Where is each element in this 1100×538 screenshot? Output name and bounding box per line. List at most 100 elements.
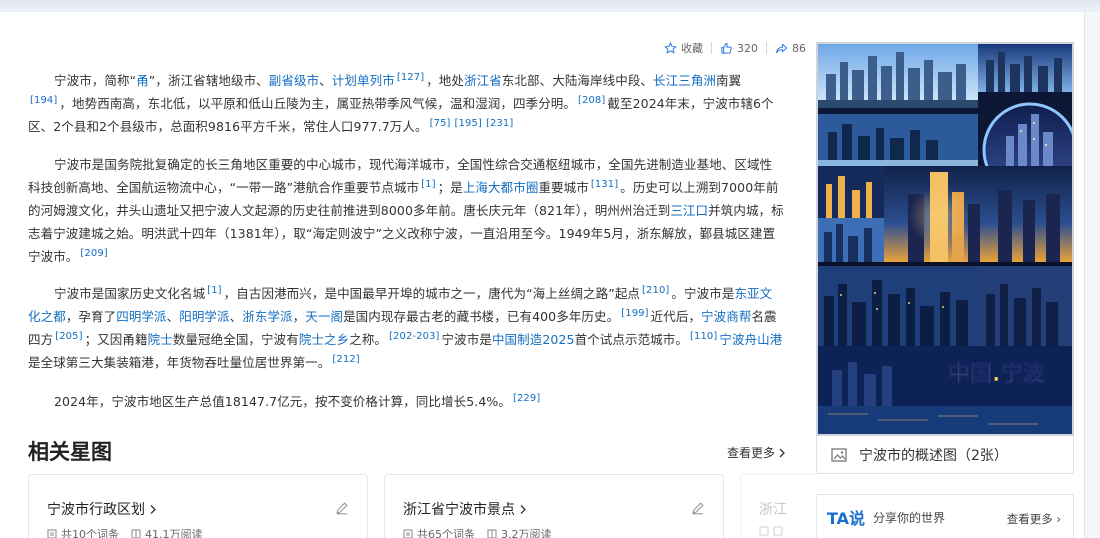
citation[interactable]: [1] [421, 179, 435, 190]
text: 2024年，宁波市地区生产总值18147.7亿元，按不变价格计算，同比增长5.4… [54, 394, 511, 409]
text: 南翼 [716, 73, 742, 88]
card-entry-count: 共65个词条 [417, 528, 475, 538]
related-more-link[interactable]: 查看更多 [727, 444, 786, 461]
text: 近代后， [650, 309, 702, 324]
pen-icon[interactable] [335, 501, 349, 515]
text: 重要城市 [538, 180, 589, 195]
scrollbar-track[interactable] [1084, 12, 1100, 538]
related-card-2[interactable]: 浙江省宁波市景点 共65个词条 3.2万阅读 [384, 474, 724, 538]
card-title-text: 宁波市行政区划 [47, 502, 145, 518]
card-meta [759, 526, 783, 536]
citation[interactable]: [202-203] [389, 331, 440, 342]
link-separately-planned-city[interactable]: 计划单列市 [332, 73, 395, 88]
citation[interactable]: [131] [591, 179, 618, 190]
link-yong[interactable]: 甬 [136, 73, 149, 88]
citation[interactable]: [210] [642, 285, 669, 296]
main-content: 收藏 320 86 宁波市，简称“甬”，浙江省辖地级市、副省级市、计划单列市 [1… [28, 12, 816, 538]
like-count: 320 [737, 41, 758, 55]
divider [711, 42, 712, 54]
thumbs-up-icon [721, 42, 732, 54]
collect-button[interactable]: 收藏 [664, 40, 703, 56]
card-meta: 共10个词条 41.1万阅读 [47, 526, 203, 538]
text: 宁波市，简称“ [54, 73, 137, 88]
card-title[interactable]: 宁波市行政区划 [47, 499, 157, 519]
ta-shuo-panel: TA说 分享你的世界 查看更多 › [816, 494, 1074, 538]
related-card-1[interactable]: 宁波市行政区划 共10个词条 41.1万阅读 [28, 474, 368, 538]
text: 、 [166, 309, 180, 324]
text: 数量冠绝全国，宁波有 [172, 332, 299, 347]
ta-more-label: 查看更多 [1006, 512, 1053, 526]
ta-shuo-more-link[interactable]: 查看更多 › [1007, 511, 1061, 527]
hero-overlay-text: 中国.宁波 [948, 361, 1045, 387]
related-card-3[interactable]: 浙江 [740, 474, 816, 538]
intro-paragraph-1: 宁波市，简称“甬”，浙江省辖地级市、副省级市、计划单列市 [127] ，地处浙江省东… [28, 69, 784, 138]
citation[interactable]: [231] [486, 118, 513, 129]
citation[interactable]: [1] [207, 285, 221, 296]
share-icon [775, 43, 788, 53]
text: 是国内现存最古老的藏书楼，已有400多年历史。 [343, 309, 620, 324]
ta-shuo-logo: TA说 [827, 509, 866, 528]
sidebar: 中国.宁波 宁波市的概述图（2张） TA说 分享你的世界 查看更多 › [816, 42, 1076, 538]
citation[interactable]: [199] [621, 308, 648, 319]
citation[interactable]: [110] [690, 331, 717, 342]
book-icon [487, 529, 497, 538]
star-icon [664, 41, 677, 54]
card-title[interactable]: 浙江省宁波市景点 [403, 499, 527, 519]
related-section-title: 相关星图 [28, 440, 112, 464]
card-title-text: 浙江省宁波市景点 [403, 502, 515, 518]
citation[interactable]: [229] [513, 393, 540, 404]
pen-icon[interactable] [691, 501, 705, 515]
link-ningbo-merchants[interactable]: 宁波商帮 [701, 309, 751, 324]
link-tianyi-pavilion[interactable]: 天一阁 [305, 309, 343, 324]
link-academician-hometown[interactable]: 院士之乡 [299, 332, 349, 347]
text: 、 [229, 309, 243, 324]
text: ，地处 [426, 73, 465, 88]
text: ， [292, 309, 306, 324]
link-siming-school[interactable]: 四明学派 [116, 309, 166, 324]
image-gallery-icon [831, 447, 847, 462]
card-title-text: 浙江 [759, 502, 787, 518]
intro-paragraph-4: 2024年，宁波市地区生产总值18147.7亿元，按不变价格计算，同比增长5.4… [28, 390, 784, 413]
link-ningbo-zhoushan-port[interactable]: 宁波舟山港 [719, 332, 782, 347]
text: 。宁波市是 [671, 286, 735, 301]
card-title[interactable]: 浙江 [759, 499, 787, 519]
list-icon [759, 526, 769, 536]
text: 首个试点示范城市。 [574, 332, 688, 347]
link-academician[interactable]: 院士 [148, 332, 173, 347]
card-read-count: 41.1万阅读 [145, 528, 203, 538]
citation[interactable]: [205] [55, 331, 82, 342]
like-button[interactable]: 320 [720, 42, 758, 55]
link-sanjiangkou[interactable]: 三江口 [670, 203, 708, 218]
intro-paragraph-2: 宁波市是国务院批复确定的长三角地区重要的中心城市，现代海洋城市，全国性综合交通枢… [28, 153, 784, 268]
text: 之称。 [349, 332, 388, 347]
link-yangtze-delta[interactable]: 长江三角洲 [653, 73, 716, 88]
text: 、 [319, 73, 332, 88]
chevron-right-icon [150, 504, 156, 514]
link-zhedong-school[interactable]: 浙东学派 [242, 309, 292, 324]
text: ；是 [437, 180, 463, 195]
collect-label: 收藏 [681, 42, 703, 55]
link-sub-provincial-city[interactable]: 副省级市 [269, 73, 319, 88]
citation[interactable]: [194] [30, 95, 57, 106]
citation[interactable]: [75] [430, 118, 451, 129]
related-more-label: 查看更多 [726, 446, 775, 460]
overview-caption[interactable]: 宁波市的概述图（2张） [816, 436, 1074, 474]
text: ；又因甬籍 [84, 332, 148, 347]
link-made-in-china-2025[interactable]: 中国制造2025 [492, 332, 575, 347]
overview-image[interactable]: 中国.宁波 [816, 42, 1074, 436]
text: ，孕育了 [65, 309, 117, 324]
citation[interactable]: [208] [578, 95, 605, 106]
citation[interactable]: [209] [80, 248, 107, 259]
text: 东北部、大陆海岸线中段、 [501, 73, 654, 88]
citation[interactable]: [195] [455, 118, 482, 129]
link-yangming-school[interactable]: 阳明学派 [179, 309, 229, 324]
link-zhejiang[interactable]: 浙江省 [464, 73, 502, 88]
city-collage-image: 中国.宁波 [818, 44, 1072, 434]
citation[interactable]: [127] [397, 72, 424, 83]
citation[interactable]: [212] [332, 354, 359, 365]
card-entry-count: 共10个词条 [61, 528, 119, 538]
share-button[interactable]: 86 [775, 42, 806, 55]
card-read-count: 3.2万阅读 [501, 528, 552, 538]
list-icon [47, 529, 57, 538]
link-shanghai-metro-circle[interactable]: 上海大都市圈 [463, 180, 539, 195]
